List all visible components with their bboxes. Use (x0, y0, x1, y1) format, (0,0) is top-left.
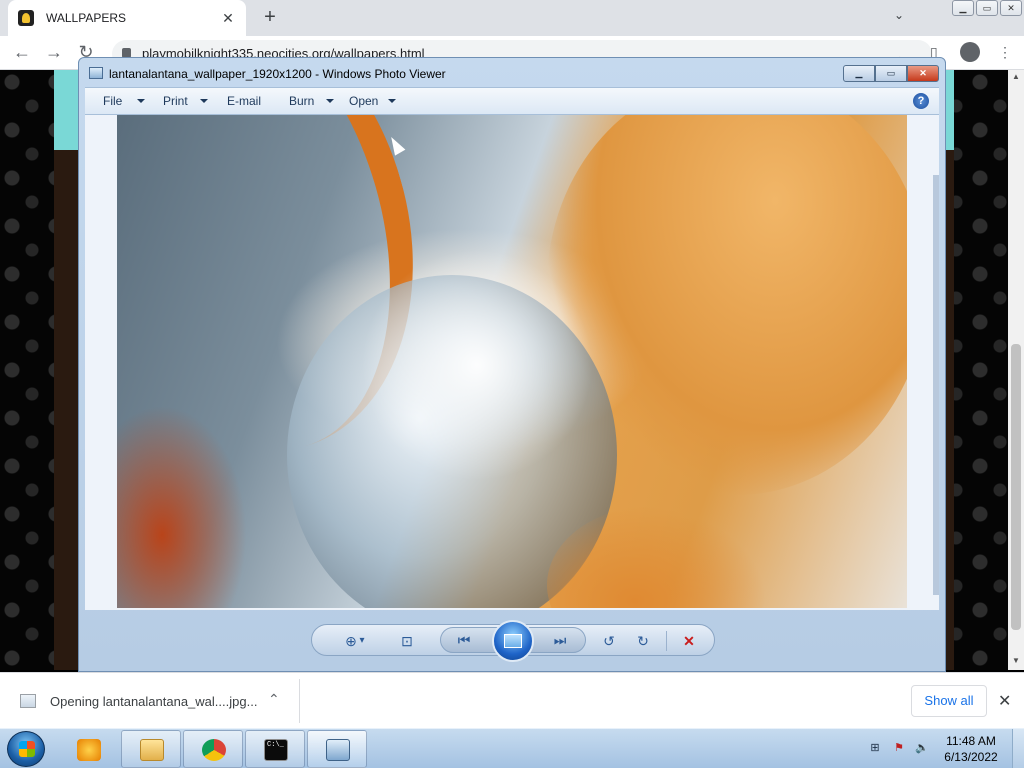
network-icon[interactable]: ⊞ (868, 741, 882, 755)
photo-viewer-menubar: File Print E-mail Burn Open ? (85, 87, 939, 115)
menu-print[interactable]: Print (163, 94, 188, 108)
scroll-up-icon[interactable]: ▲ (1008, 72, 1024, 81)
browser-tabstrip: WALLPAPERS ✕ + ⌄ ▁ ▭ ✕ (0, 0, 1024, 36)
taskbar-media-player[interactable] (58, 730, 118, 768)
download-options-chevron-icon[interactable]: ⌃ (268, 691, 280, 708)
start-button[interactable] (7, 731, 45, 767)
profile-avatar-icon[interactable] (960, 42, 980, 62)
photo-canvas[interactable] (85, 115, 939, 610)
wallpaper-light-burst (357, 235, 597, 495)
show-all-button[interactable]: Show all (911, 685, 987, 717)
taskbar-photo-viewer[interactable] (307, 730, 367, 768)
browser-close-button[interactable]: ✕ (1000, 0, 1022, 16)
rotate-clockwise-icon[interactable]: ↻ (632, 632, 654, 650)
forward-arrow-icon[interactable]: → (42, 42, 66, 64)
help-icon[interactable]: ? (913, 93, 929, 109)
scroll-thumb[interactable] (1011, 344, 1021, 630)
command-prompt-icon: C:\_ (264, 739, 288, 761)
photo-viewer-controls: ⊕ ▾ ⊡ ⏮ ⏭ ↺ ↻ ✕ (311, 620, 715, 662)
window-title: lantanalantana_wallpaper_1920x1200 - Win… (109, 67, 446, 81)
show-desktop-button[interactable] (1012, 729, 1024, 768)
browser-restore-button[interactable]: ▭ (976, 0, 998, 16)
file-dropdown-icon[interactable] (137, 99, 145, 103)
clock-date: 6/13/2022 (944, 750, 998, 764)
burn-dropdown-icon[interactable] (326, 99, 334, 103)
fit-to-window-icon[interactable]: ⊡ (396, 632, 418, 650)
minimize-button[interactable]: ▁ (843, 65, 875, 82)
menu-file[interactable]: File (103, 94, 122, 108)
menu-burn[interactable]: Burn (289, 94, 314, 108)
previous-icon[interactable]: ⏮ (453, 631, 475, 649)
windows-taskbar: C:\_ ⊞ ⚑ 🔈 11:48 AM 6/13/2022 (0, 728, 1024, 768)
viewer-window-controls: ▁ ▭ ✕ (843, 65, 939, 82)
open-dropdown-icon[interactable] (388, 99, 396, 103)
photo-viewer-app-icon (89, 67, 103, 79)
download-item-text[interactable]: Opening lantanalantana_wal....jpg... (50, 694, 257, 709)
slideshow-button[interactable] (492, 620, 534, 662)
browser-window-controls: ▁ ▭ ✕ (952, 0, 1022, 16)
download-shelf: Opening lantanalantana_wal....jpg... ⌃ S… (0, 672, 1024, 728)
back-arrow-icon[interactable]: ← (10, 42, 34, 64)
windows-logo-icon (19, 741, 35, 757)
new-tab-button[interactable]: + (258, 6, 282, 30)
menu-open[interactable]: Open (349, 94, 378, 108)
taskbar-explorer[interactable] (121, 730, 181, 768)
rotate-counterclockwise-icon[interactable]: ↺ (598, 632, 620, 650)
close-button[interactable]: ✕ (907, 65, 939, 82)
slideshow-icon (504, 634, 522, 648)
zoom-dropdown-icon[interactable]: ▾ (356, 632, 368, 650)
browser-minimize-button[interactable]: ▁ (952, 0, 974, 16)
site-favicon-icon (18, 10, 34, 26)
maximize-button[interactable]: ▭ (875, 65, 907, 82)
close-download-bar-icon[interactable]: ✕ (998, 691, 1011, 711)
menu-email[interactable]: E-mail (227, 94, 261, 108)
next-icon[interactable]: ⏭ (549, 631, 571, 649)
chrome-icon (202, 739, 226, 761)
media-player-icon (77, 739, 101, 761)
wallpaper-image (117, 115, 907, 608)
tab-close-icon[interactable]: ✕ (220, 10, 236, 27)
tab-title: WALLPAPERS (46, 11, 127, 25)
tab-search-icon[interactable]: ⌄ (894, 8, 904, 22)
action-center-flag-icon[interactable]: ⚑ (892, 741, 906, 755)
taskbar-chrome[interactable] (183, 730, 243, 768)
system-clock[interactable]: 11:48 AM 6/13/2022 (936, 733, 1006, 765)
canvas-edge (933, 175, 939, 595)
photo-viewer-window: lantanalantana_wallpaper_1920x1200 - Win… (78, 57, 946, 672)
taskbar-command-prompt[interactable]: C:\_ (245, 730, 305, 768)
download-divider (299, 679, 300, 723)
delete-icon[interactable]: ✕ (678, 632, 700, 650)
photo-viewer-icon (326, 739, 350, 761)
browser-menu-icon[interactable]: ⋮ (998, 44, 1012, 61)
photo-viewer-titlebar[interactable]: lantanalantana_wallpaper_1920x1200 - Win… (79, 58, 945, 86)
clock-time: 11:48 AM (946, 734, 996, 748)
scroll-down-icon[interactable]: ▼ (1008, 656, 1024, 665)
page-scrollbar[interactable]: ▲ ▼ (1008, 70, 1024, 670)
browser-tab[interactable]: WALLPAPERS ✕ (8, 0, 246, 36)
controls-divider (666, 631, 667, 651)
volume-icon[interactable]: 🔈 (915, 741, 929, 755)
print-dropdown-icon[interactable] (200, 99, 208, 103)
folder-icon (140, 739, 164, 761)
image-file-icon (20, 694, 36, 708)
